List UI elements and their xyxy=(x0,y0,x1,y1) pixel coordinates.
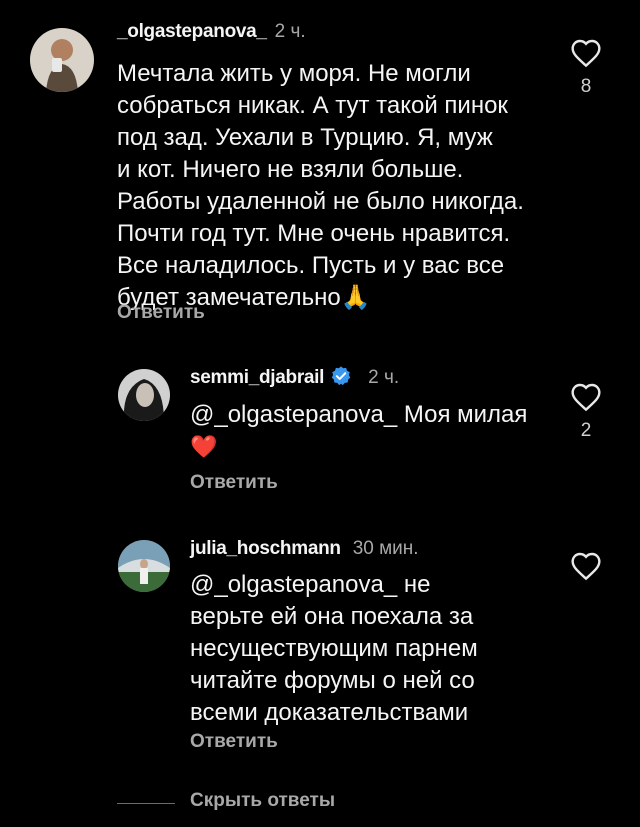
like-button[interactable] xyxy=(568,551,604,581)
comment-text: Мечтала жить у моря. Не могли собраться … xyxy=(117,60,524,311)
heart-icon xyxy=(571,39,601,68)
reply-button[interactable]: Ответить xyxy=(190,731,278,753)
username[interactable]: semmi_djabrail xyxy=(190,367,324,388)
comment-text: @_olgastepanova_ Моя милая ❤️ xyxy=(190,401,528,459)
avatar[interactable] xyxy=(118,369,170,421)
heart-icon xyxy=(571,383,601,412)
avatar-photo-icon xyxy=(118,369,170,421)
timestamp: 30 мин. xyxy=(352,538,419,559)
reply-button[interactable]: Ответить xyxy=(190,472,278,494)
like-count: 2 xyxy=(580,420,592,441)
reply-button[interactable]: Ответить xyxy=(117,302,205,324)
like-button[interactable]: 8 xyxy=(568,38,604,98)
like-count: 8 xyxy=(580,76,592,97)
verified-badge-icon xyxy=(331,366,351,386)
timestamp: 2 ч. xyxy=(274,21,306,42)
timestamp: 2 ч. xyxy=(368,367,400,388)
username[interactable]: _olgastepanova_ xyxy=(117,21,267,42)
avatar[interactable] xyxy=(118,540,170,592)
username[interactable]: julia_hoschmann xyxy=(190,538,341,559)
comment-text: @_olgastepanova_ не верьте ей она поехал… xyxy=(190,571,478,726)
divider xyxy=(117,803,175,804)
avatar-photo-icon xyxy=(30,28,94,92)
avatar[interactable] xyxy=(30,28,94,92)
heart-icon xyxy=(571,552,601,581)
like-button[interactable]: 2 xyxy=(568,382,604,442)
hide-replies-button[interactable]: Скрыть ответы xyxy=(190,790,335,812)
avatar-photo-icon xyxy=(118,540,170,592)
